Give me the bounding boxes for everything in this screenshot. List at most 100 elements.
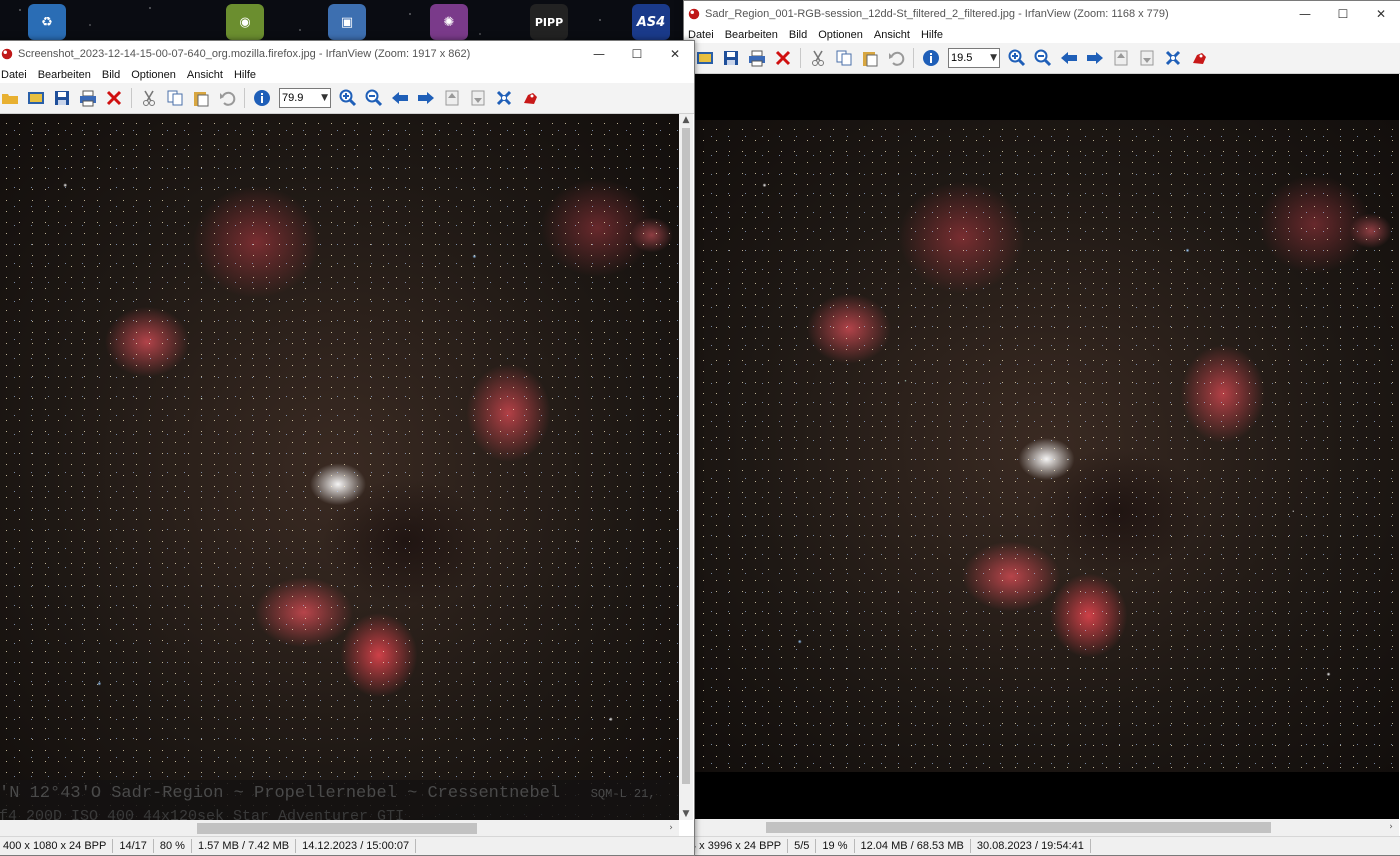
desktop-icon-recycle-bin[interactable]: ♻ [28, 4, 66, 40]
scrollbar-thumb[interactable] [682, 128, 690, 784]
minimize-button[interactable]: — [580, 41, 618, 67]
delete-button[interactable] [103, 87, 125, 109]
menu-hilfe[interactable]: Hilfe [230, 69, 263, 81]
print-button[interactable] [77, 87, 99, 109]
delete-button[interactable] [772, 47, 794, 69]
save-button[interactable] [51, 87, 73, 109]
irfanview-app-icon [1, 48, 13, 60]
copy-button[interactable] [164, 87, 186, 109]
menu-bild[interactable]: Bild [785, 29, 814, 41]
zoom-in-button[interactable] [1006, 47, 1028, 69]
cut-button[interactable] [807, 47, 829, 69]
slideshow-button[interactable] [25, 87, 47, 109]
settings-button[interactable] [493, 87, 515, 109]
page-up-button[interactable] [441, 87, 463, 109]
status-index: 5/5 [788, 839, 817, 853]
titlebar[interactable]: Sadr_Region_001-RGB-session_12dd-St_filt… [684, 1, 1400, 27]
zoom-out-button[interactable] [363, 87, 385, 109]
zoom-value: 79.9 [282, 92, 304, 104]
paste-button[interactable] [859, 47, 881, 69]
irfanview-button[interactable] [519, 87, 541, 109]
vertical-scrollbar[interactable]: ▲ ▼ [679, 114, 693, 820]
next-icon [1087, 52, 1103, 64]
horizontal-scrollbar[interactable]: › [694, 819, 1399, 836]
menu-ansicht[interactable]: Ansicht [870, 29, 917, 41]
scrollbar-thumb[interactable] [766, 822, 1271, 833]
close-button[interactable]: ✕ [1362, 1, 1400, 27]
irfanview-window-right: Sadr_Region_001-RGB-session_12dd-St_filt… [683, 0, 1400, 856]
window-title: Screenshot_2023-12-14-15-00-07-640_org.m… [18, 48, 471, 60]
cut-icon [143, 90, 155, 106]
image-viewport[interactable]: 'N 12°43'O Sadr-Region ~ Propellernebel … [0, 114, 679, 826]
menu-optionen[interactable]: Optionen [814, 29, 870, 41]
previous-icon [392, 92, 408, 104]
close-button[interactable]: ✕ [656, 41, 694, 67]
undo-icon [889, 51, 905, 66]
menu-datei[interactable]: Datei [0, 69, 34, 81]
next-button[interactable] [415, 87, 437, 109]
status-bar: 4 x 3996 x 24 BPP 5/5 19 % 12.04 MB / 68… [684, 836, 1400, 855]
page-up-button[interactable] [1110, 47, 1132, 69]
scrollbar-thumb[interactable] [197, 823, 477, 834]
info-icon [254, 90, 270, 106]
menubar: Datei Bearbeiten Bild Optionen Ansicht H… [0, 67, 694, 83]
previous-icon [1061, 52, 1077, 64]
zoom-out-button[interactable] [1032, 47, 1054, 69]
irfanview-button[interactable] [1188, 47, 1210, 69]
scroll-right-arrow[interactable]: › [663, 823, 679, 833]
menu-bild[interactable]: Bild [98, 69, 127, 81]
undo-button[interactable] [216, 87, 238, 109]
page-up-icon [1114, 50, 1128, 66]
undo-button[interactable] [885, 47, 907, 69]
nebula-image [694, 120, 1399, 772]
info-button[interactable] [251, 87, 273, 109]
delete-icon [106, 90, 122, 106]
open-button[interactable] [0, 87, 21, 109]
next-button[interactable] [1084, 47, 1106, 69]
zoom-in-icon [1008, 49, 1026, 67]
page-down-button[interactable] [1136, 47, 1158, 69]
toolbar-separator [131, 88, 132, 108]
menu-hilfe[interactable]: Hilfe [917, 29, 950, 41]
toolbar-separator [800, 48, 801, 68]
cut-icon [812, 50, 824, 66]
desktop-icon-as4[interactable]: AS4 [632, 4, 670, 40]
menu-bearbeiten[interactable]: Bearbeiten [721, 29, 785, 41]
cut-button[interactable] [138, 87, 160, 109]
menu-bearbeiten[interactable]: Bearbeiten [34, 69, 98, 81]
toolbar: 79.9 ▼ [0, 83, 694, 114]
image-viewport[interactable] [694, 74, 1399, 819]
previous-button[interactable] [389, 87, 411, 109]
status-filesize: 1.57 MB / 7.42 MB [192, 839, 297, 853]
scroll-up-arrow[interactable]: ▲ [678, 115, 694, 125]
maximize-button[interactable]: ☐ [1324, 1, 1362, 27]
desktop-icon-app-2[interactable]: ▣ [328, 4, 366, 40]
previous-button[interactable] [1058, 47, 1080, 69]
desktop-icon-app-1[interactable]: ◉ [226, 4, 264, 40]
zoom-combobox[interactable]: 79.9 ▼ [279, 88, 331, 108]
menu-optionen[interactable]: Optionen [127, 69, 183, 81]
scroll-down-arrow[interactable]: ▼ [678, 809, 694, 819]
zoom-in-button[interactable] [337, 87, 359, 109]
save-button[interactable] [720, 47, 742, 69]
print-icon [80, 90, 96, 107]
minimize-button[interactable]: — [1286, 1, 1324, 27]
slideshow-button[interactable] [694, 47, 716, 69]
info-button[interactable] [920, 47, 942, 69]
paste-button[interactable] [190, 87, 212, 109]
horizontal-scrollbar[interactable]: › [0, 820, 679, 837]
zoom-combobox[interactable]: 19.5 ▼ [948, 48, 1000, 68]
page-down-button[interactable] [467, 87, 489, 109]
titlebar[interactable]: Screenshot_2023-12-14-15-00-07-640_org.m… [0, 41, 694, 67]
desktop-icon-pipp[interactable]: PIPP [530, 4, 568, 40]
scroll-right-arrow[interactable]: › [1383, 822, 1399, 832]
maximize-button[interactable]: ☐ [618, 41, 656, 67]
copy-icon [836, 50, 852, 66]
desktop-icon-app-3[interactable]: ✺ [430, 4, 468, 40]
print-button[interactable] [746, 47, 768, 69]
menu-ansicht[interactable]: Ansicht [183, 69, 230, 81]
chevron-down-icon: ▼ [321, 93, 328, 103]
irfanview-window-left: Screenshot_2023-12-14-15-00-07-640_org.m… [0, 40, 695, 856]
copy-button[interactable] [833, 47, 855, 69]
settings-button[interactable] [1162, 47, 1184, 69]
